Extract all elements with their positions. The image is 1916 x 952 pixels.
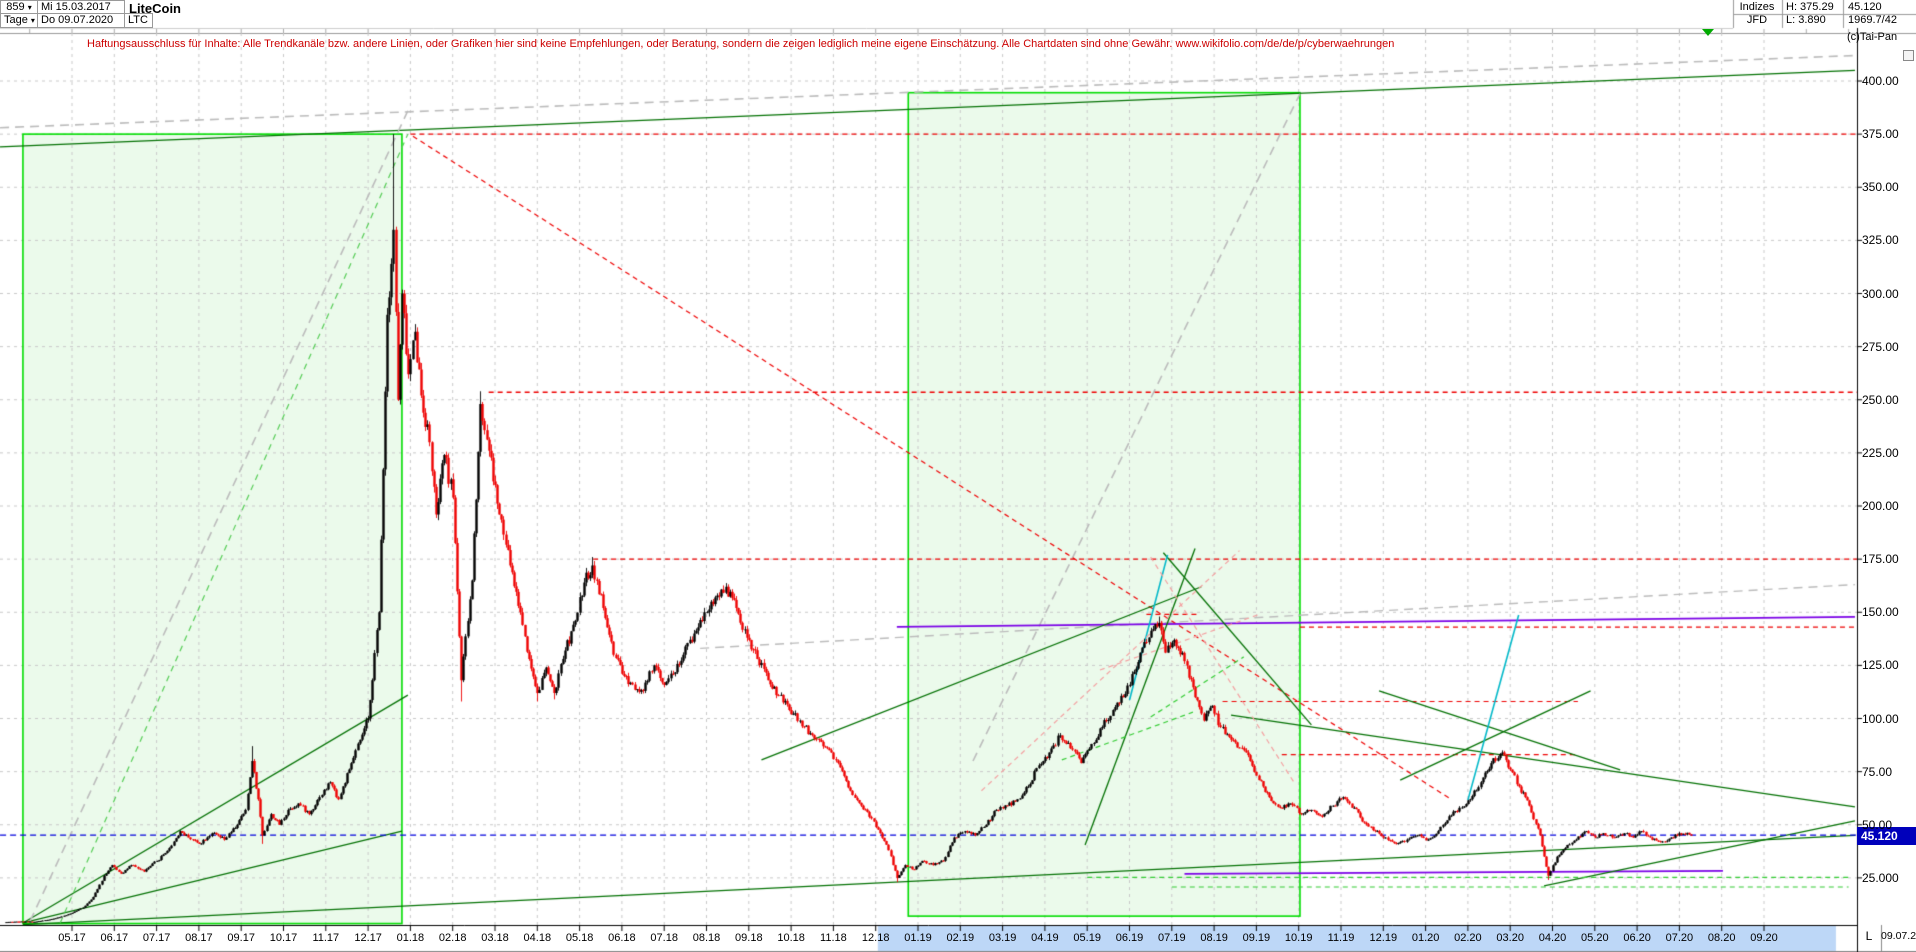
x-axis-label: 12.18 <box>861 932 890 944</box>
x-axis-label: 08.19 <box>1200 932 1228 944</box>
y-axis-label: 25.000 <box>1862 870 1899 885</box>
period-high-label: H: 375.29 <box>1786 1 1834 13</box>
x-axis-label: 01.19 <box>904 932 932 944</box>
y-axis-label: 350.00 <box>1862 180 1899 195</box>
y-axis-label: 275.00 <box>1862 339 1899 354</box>
price-chart-canvas[interactable] <box>0 0 1916 952</box>
x-axis-label: 10.17 <box>269 932 298 944</box>
x-axis-label: 06.17 <box>100 932 129 944</box>
y-axis-label: 375.00 <box>1862 127 1899 142</box>
period-low-label: L: 3.890 <box>1786 14 1826 26</box>
x-axis-label: 08.18 <box>692 932 721 944</box>
period-select[interactable]: Tage ▾ <box>0 13 38 28</box>
x-axis-label: 02.20 <box>1454 932 1482 944</box>
x-axis-label: 02.19 <box>946 932 975 944</box>
x-axis-label: 07.17 <box>142 932 171 944</box>
y-axis-label: 100.00 <box>1862 711 1899 726</box>
x-axis-label: 07.20 <box>1665 932 1694 944</box>
x-axis-label: 09.19 <box>1242 932 1271 944</box>
x-axis-label: 03.18 <box>481 932 509 944</box>
disclaimer-text: Haftungsausschluss für Inhalte: Alle Tre… <box>87 38 1395 50</box>
range-info-label: 1969.7/42 <box>1848 14 1897 26</box>
instrument-title: LiteCoin <box>129 1 181 16</box>
chevron-down-icon: ▾ <box>30 16 35 25</box>
chart-corner-box-icon[interactable] <box>1903 50 1914 61</box>
x-axis-label: 10.18 <box>777 932 805 944</box>
date-from: Mi 15.03.2017 <box>37 0 125 14</box>
x-axis-label: 08.20 <box>1707 932 1736 944</box>
x-axis-label: 09.20 <box>1750 932 1778 944</box>
x-axis-label: 05.17 <box>58 932 86 944</box>
x-axis-label: 11.18 <box>820 932 847 944</box>
y-axis-label: 250.00 <box>1862 392 1899 407</box>
x-axis-label: 09.17 <box>227 932 255 944</box>
copyright-label: (c)Tai-Pan <box>1847 31 1898 43</box>
x-axis-label: 01.20 <box>1411 932 1440 944</box>
y-axis-label: 225.00 <box>1862 445 1899 460</box>
y-axis-label: 400.00 <box>1862 74 1899 88</box>
last-date-label: 09.07.20 <box>1881 930 1916 942</box>
y-axis-label: 150.00 <box>1862 605 1899 620</box>
x-axis-label: 02.18 <box>438 932 467 944</box>
x-axis-label: 03.19 <box>988 932 1017 944</box>
x-axis-label: 05.20 <box>1581 932 1609 944</box>
x-axis-label: 08.17 <box>185 932 213 944</box>
date-to: Do 09.07.2020 <box>37 13 125 28</box>
x-axis-label: 06.20 <box>1623 932 1651 944</box>
y-axis-label: 175.00 <box>1862 552 1899 567</box>
x-axis-label: 04.19 <box>1031 932 1059 944</box>
low-indicator-label: L <box>1865 929 1873 943</box>
current-position-marker-icon[interactable] <box>1702 29 1714 36</box>
x-axis-label: 11.17 <box>312 932 340 944</box>
x-axis-label: 09.18 <box>735 932 763 944</box>
y-axis-label: 75.00 <box>1862 764 1893 779</box>
indizes-label: Indizes <box>1739 1 1775 13</box>
x-axis-label: 07.18 <box>650 932 678 944</box>
x-axis-label: 01.18 <box>396 932 425 944</box>
x-axis-label: 05.18 <box>565 932 594 944</box>
x-axis-label: 12.19 <box>1369 932 1398 944</box>
last-price-header: 45.120 <box>1848 1 1882 13</box>
y-axis-label: 50.00 <box>1862 817 1893 832</box>
x-axis-label: 04.18 <box>523 932 552 944</box>
chart-window: 859 ▾ Tage ▾ Mi 15.03.2017 Do 09.07.2020… <box>0 0 1916 952</box>
y-axis-label: 300.00 <box>1862 286 1899 301</box>
datafeed-label: JFD <box>1746 14 1768 26</box>
x-axis-label: 10.19 <box>1284 932 1313 944</box>
x-axis-label: 06.19 <box>1115 932 1144 944</box>
x-axis-label: 03.20 <box>1496 932 1524 944</box>
x-axis-label: 06.18 <box>608 932 636 944</box>
bars-count-select[interactable]: 859 ▾ <box>0 0 38 14</box>
x-axis-label: 04.20 <box>1538 932 1567 944</box>
y-axis-label: 125.00 <box>1862 658 1899 673</box>
x-axis-label: 07.19 <box>1158 932 1186 944</box>
chevron-down-icon: ▾ <box>27 3 32 12</box>
x-axis-label: 12.17 <box>354 932 382 944</box>
y-axis-label: 325.00 <box>1862 233 1899 248</box>
y-axis-label: 200.00 <box>1862 499 1899 513</box>
x-axis-label: 05.19 <box>1073 932 1101 944</box>
x-axis-label: 11.19 <box>1327 932 1355 944</box>
